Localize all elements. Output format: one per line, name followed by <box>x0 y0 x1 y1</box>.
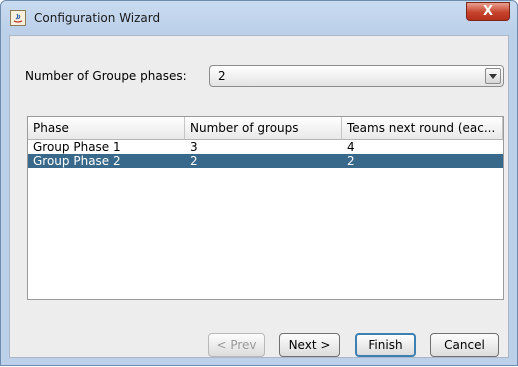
phases-table: Phase Number of groups Teams next round … <box>27 116 504 300</box>
finish-button[interactable]: Finish <box>355 333 416 357</box>
column-header-number-of-groups[interactable]: Number of groups <box>185 117 342 139</box>
prev-button[interactable]: < Prev <box>208 333 265 357</box>
close-button[interactable]: X <box>466 2 510 21</box>
group-phases-selected-value: 2 <box>218 69 226 83</box>
cell-number-of-groups[interactable]: 3 <box>185 140 342 154</box>
cell-phase[interactable]: Group Phase 1 <box>28 140 185 154</box>
cell-teams-next-round[interactable]: 2 <box>342 154 503 168</box>
title-bar[interactable]: Configuration Wizard X <box>1 1 517 35</box>
java-app-icon <box>10 10 26 26</box>
cancel-button[interactable]: Cancel <box>430 333 499 357</box>
window-title: Configuration Wizard <box>34 11 161 25</box>
group-phases-dropdown[interactable]: 2 <box>209 65 504 87</box>
group-phases-label: Number of Groupe phases: <box>25 69 187 83</box>
table-header: Phase Number of groups Teams next round … <box>28 117 503 140</box>
table-row[interactable]: Group Phase 1 3 4 <box>28 140 503 154</box>
cell-teams-next-round[interactable]: 4 <box>342 140 503 154</box>
chevron-down-icon[interactable] <box>485 68 501 84</box>
cell-phase[interactable]: Group Phase 2 <box>28 154 185 168</box>
table-row-selected[interactable]: Group Phase 2 2 2 <box>28 154 503 168</box>
cell-number-of-groups[interactable]: 2 <box>185 154 342 168</box>
column-header-teams-next-round[interactable]: Teams next round (eac... <box>342 117 503 139</box>
wizard-content-panel: Number of Groupe phases: 2 Phase Number … <box>9 35 509 358</box>
configuration-wizard-window: Configuration Wizard X Number of Groupe … <box>0 0 518 366</box>
next-button[interactable]: Next > <box>279 333 340 357</box>
column-header-phase[interactable]: Phase <box>28 117 185 139</box>
close-icon: X <box>482 4 494 19</box>
